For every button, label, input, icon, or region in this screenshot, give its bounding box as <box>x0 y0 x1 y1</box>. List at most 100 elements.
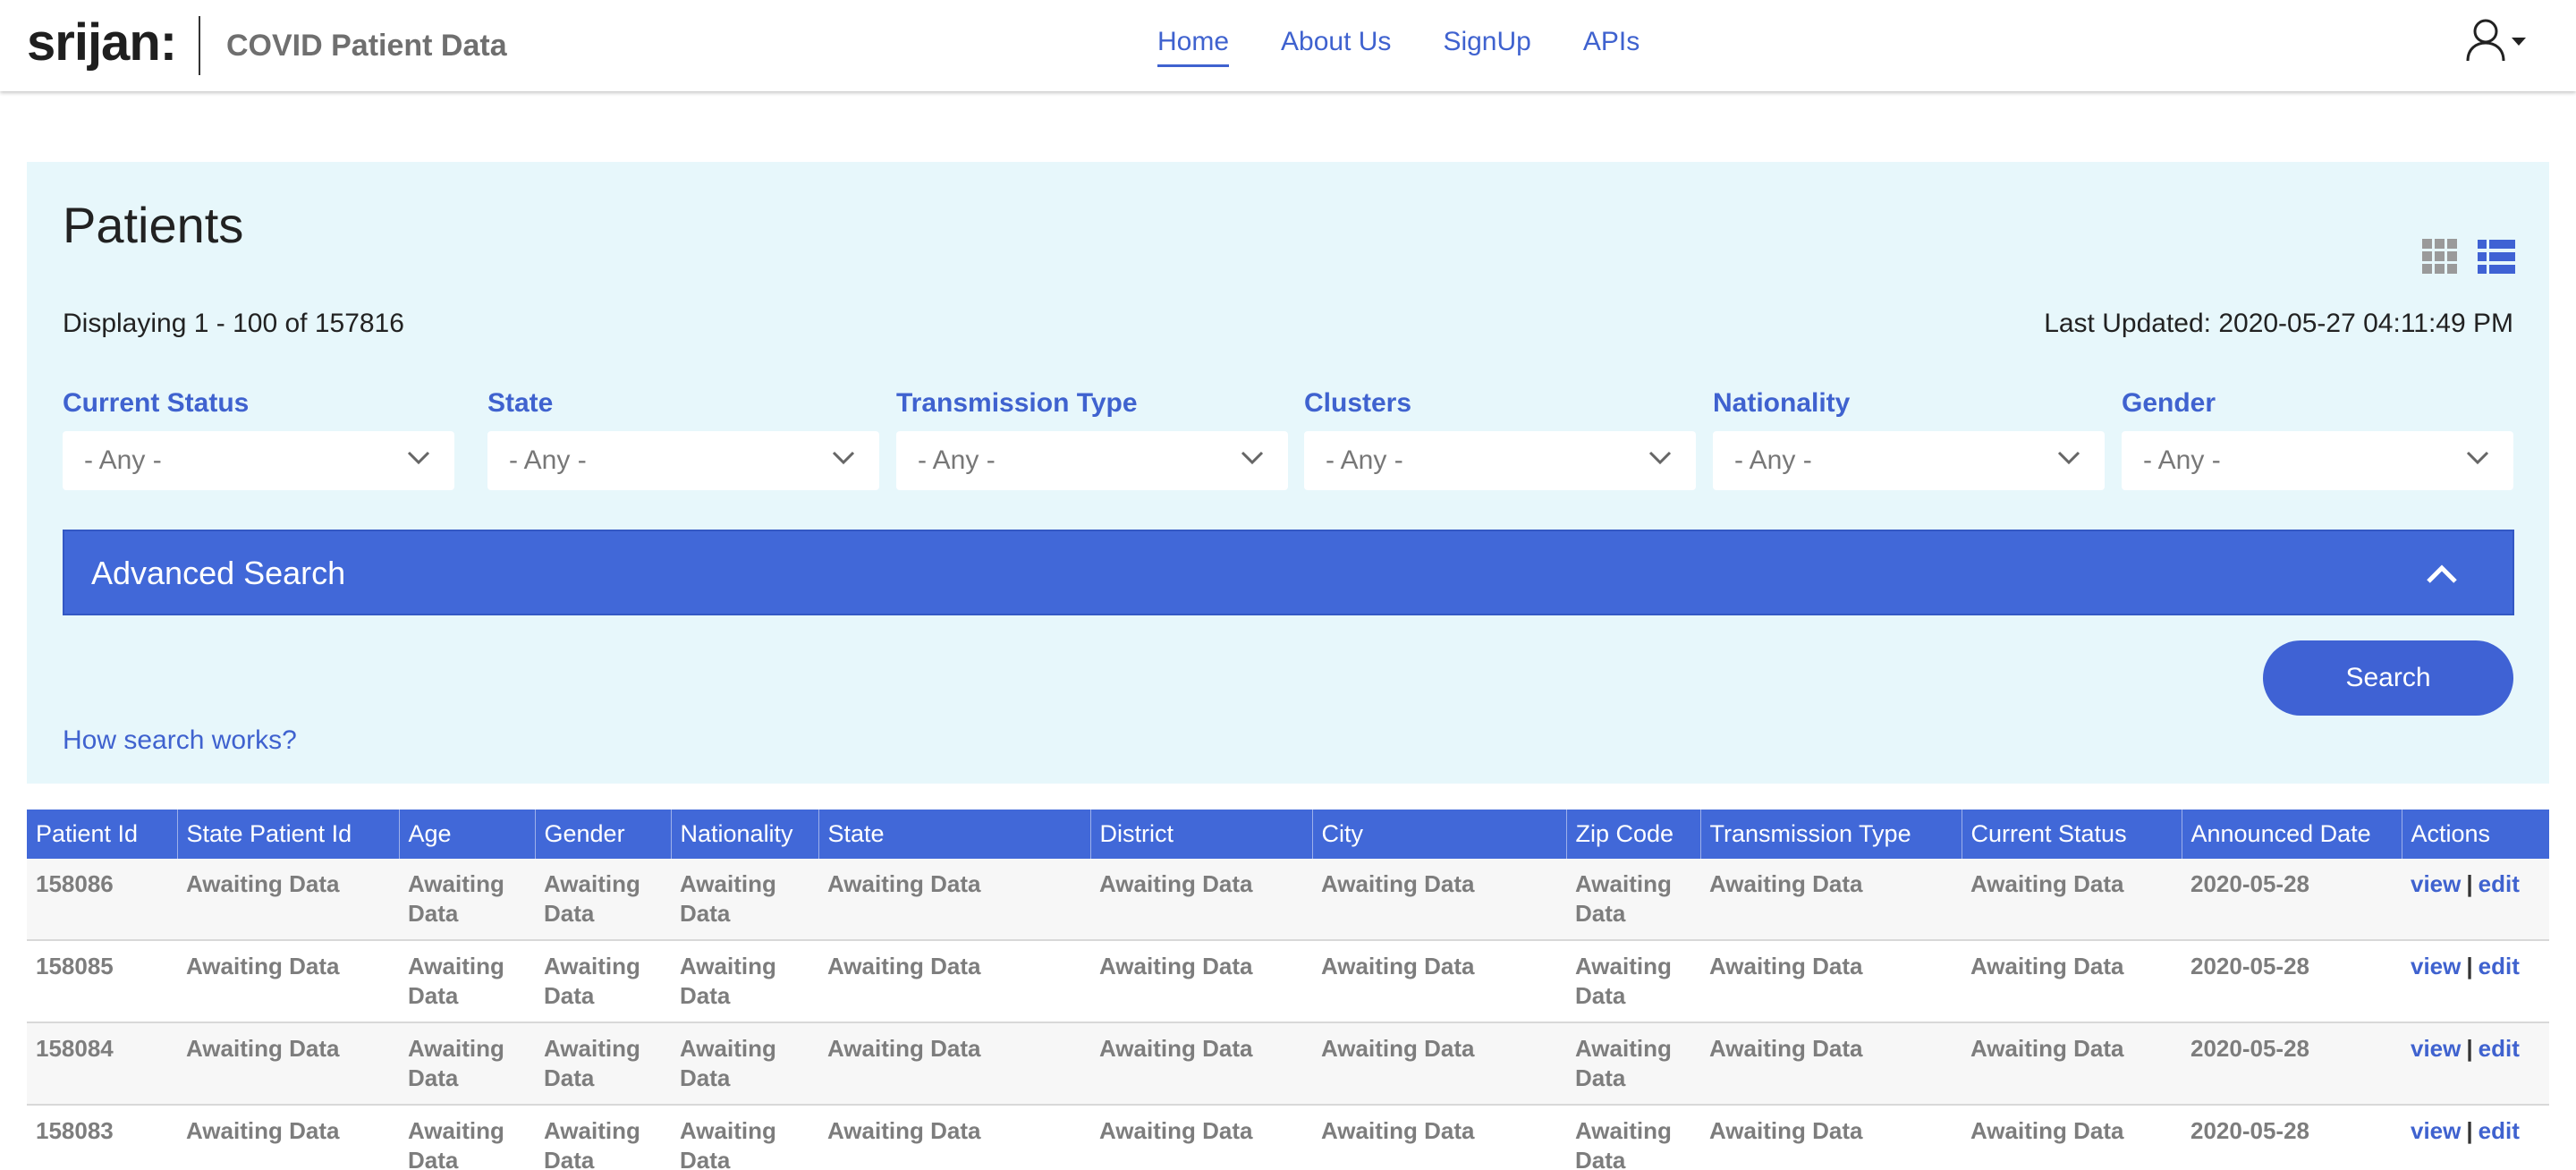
cell-announced-date: 2020-05-28 <box>2190 870 2309 897</box>
col-age[interactable]: Age <box>399 810 536 859</box>
filter-gender: Gender - Any - <box>2122 388 2513 490</box>
action-separator: | <box>2466 1117 2473 1144</box>
filter-label: State <box>487 388 554 418</box>
col-announced-date[interactable]: Announced Date <box>2182 810 2402 859</box>
select-value: - Any - <box>84 445 162 475</box>
user-icon <box>2466 19 2505 62</box>
cell-zip-code: Awaiting Data <box>1575 1035 1672 1091</box>
cell-state: Awaiting Data <box>827 953 981 979</box>
caret-down-icon <box>2512 38 2526 46</box>
cell-state: Awaiting Data <box>827 870 981 897</box>
col-state[interactable]: State <box>818 810 1091 859</box>
cell-zip-code: Awaiting Data <box>1575 953 1672 1009</box>
top-header: srijan: COVID Patient Data Home About Us… <box>0 0 2576 91</box>
edit-link[interactable]: edit <box>2479 1035 2520 1062</box>
advanced-search-toggle[interactable]: Advanced Search <box>63 530 2514 615</box>
filter-current-status: Current Status - Any - <box>63 388 454 490</box>
cell-age: Awaiting Data <box>408 953 504 1009</box>
col-current-status[interactable]: Current Status <box>1962 810 2182 859</box>
logo-divider <box>199 16 200 75</box>
chevron-down-icon <box>2057 451 2080 465</box>
cell-actions: view | edit <box>2402 1022 2549 1105</box>
col-patient-id[interactable]: Patient Id <box>27 810 178 859</box>
select-value: - Any - <box>509 445 587 475</box>
cell-age: Awaiting Data <box>408 1117 504 1170</box>
current-status-select[interactable]: - Any - <box>63 431 454 490</box>
cell-zip-code: Awaiting Data <box>1575 1117 1672 1170</box>
cell-announced-date: 2020-05-28 <box>2190 953 2309 979</box>
site-logo[interactable]: srijan: <box>27 13 177 72</box>
patients-panel: Patients Displaying 1 - 100 of 157816 La… <box>27 162 2549 784</box>
table-body: 158086 Awaiting Data Awaiting Data Awaiting… <box>27 859 2549 1170</box>
col-state-patient-id[interactable]: State Patient Id <box>177 810 400 859</box>
col-zip-code[interactable]: Zip Code <box>1566 810 1701 859</box>
cell-actions: view | edit <box>2402 859 2549 940</box>
cell-transmission-type: Awaiting Data <box>1709 1035 1863 1062</box>
edit-link[interactable]: edit <box>2479 1117 2520 1144</box>
cell-transmission-type: Awaiting Data <box>1709 870 1863 897</box>
main-nav: Home About Us SignUp APIs <box>1157 27 1640 67</box>
filter-label: Current Status <box>63 388 250 418</box>
patients-table-wrapper: Patient Id State Patient Id Age Gender N… <box>27 810 2549 1170</box>
view-link[interactable]: view <box>2411 1117 2461 1144</box>
table-row: 158086 Awaiting Data Awaiting Data Awaiting… <box>27 859 2549 940</box>
action-separator: | <box>2466 870 2473 897</box>
view-link[interactable]: view <box>2411 870 2461 897</box>
transmission-type-select[interactable]: - Any - <box>896 431 1288 490</box>
col-city[interactable]: City <box>1312 810 1567 859</box>
filter-nationality: Nationality - Any - <box>1713 388 2105 490</box>
cell-city: Awaiting Data <box>1321 1117 1475 1144</box>
chevron-down-icon <box>407 451 430 465</box>
select-value: - Any - <box>1734 445 1812 475</box>
view-link[interactable]: view <box>2411 953 2461 979</box>
view-link[interactable]: view <box>2411 1035 2461 1062</box>
gender-select[interactable]: - Any - <box>2122 431 2513 490</box>
action-separator: | <box>2466 953 2473 979</box>
user-menu-button[interactable] <box>2465 18 2528 68</box>
col-actions: Actions <box>2411 820 2491 847</box>
nav-home[interactable]: Home <box>1157 27 1230 67</box>
grid-icon <box>2422 239 2457 274</box>
site-name: COVID Patient Data <box>226 29 507 63</box>
search-button[interactable]: Search <box>2263 640 2513 716</box>
filter-label: Transmission Type <box>896 388 1138 418</box>
edit-link[interactable]: edit <box>2479 953 2520 979</box>
col-gender[interactable]: Gender <box>535 810 672 859</box>
nav-apis[interactable]: APIs <box>1583 27 1640 67</box>
patients-table: Patient Id State Patient Id Age Gender N… <box>27 810 2549 1170</box>
table-header-row: Patient Id State Patient Id Age Gender N… <box>27 810 2549 859</box>
edit-link[interactable]: edit <box>2479 870 2520 897</box>
cell-transmission-type: Awaiting Data <box>1709 953 1863 979</box>
filter-label: Nationality <box>1713 388 1851 418</box>
select-value: - Any - <box>1326 445 1403 475</box>
cell-patient-id: 158084 <box>36 1035 114 1062</box>
grid-view-button[interactable] <box>2422 239 2458 275</box>
nav-signup[interactable]: SignUp <box>1443 27 1530 67</box>
cell-announced-date: 2020-05-28 <box>2190 1035 2309 1062</box>
chevron-down-icon <box>1241 451 1264 465</box>
col-district[interactable]: District <box>1090 810 1313 859</box>
select-value: - Any - <box>2143 445 2221 475</box>
cell-state: Awaiting Data <box>827 1117 981 1144</box>
filter-label: Clusters <box>1304 388 1412 418</box>
state-select[interactable]: - Any - <box>487 431 879 490</box>
chevron-down-icon <box>1648 451 1672 465</box>
col-nationality[interactable]: Nationality <box>671 810 819 859</box>
cell-district: Awaiting Data <box>1099 953 1253 979</box>
list-view-button[interactable] <box>2478 239 2515 275</box>
cell-district: Awaiting Data <box>1099 1117 1253 1144</box>
cell-gender: Awaiting Data <box>544 1035 640 1091</box>
nationality-select[interactable]: - Any - <box>1713 431 2105 490</box>
cell-district: Awaiting Data <box>1099 870 1253 897</box>
col-transmission-type[interactable]: Transmission Type <box>1700 810 1962 859</box>
filter-transmission-type: Transmission Type - Any - <box>896 388 1288 490</box>
last-updated: Last Updated: 2020-05-27 04:11:49 PM <box>2044 309 2513 338</box>
clusters-select[interactable]: - Any - <box>1304 431 1696 490</box>
nav-about-us[interactable]: About Us <box>1281 27 1391 67</box>
cell-gender: Awaiting Data <box>544 1117 640 1170</box>
cell-current-status: Awaiting Data <box>1970 1035 2124 1062</box>
how-search-works-link[interactable]: How search works? <box>63 725 297 756</box>
cell-patient-id: 158085 <box>36 953 114 979</box>
cell-district: Awaiting Data <box>1099 1035 1253 1062</box>
chevron-down-icon <box>2466 451 2489 465</box>
